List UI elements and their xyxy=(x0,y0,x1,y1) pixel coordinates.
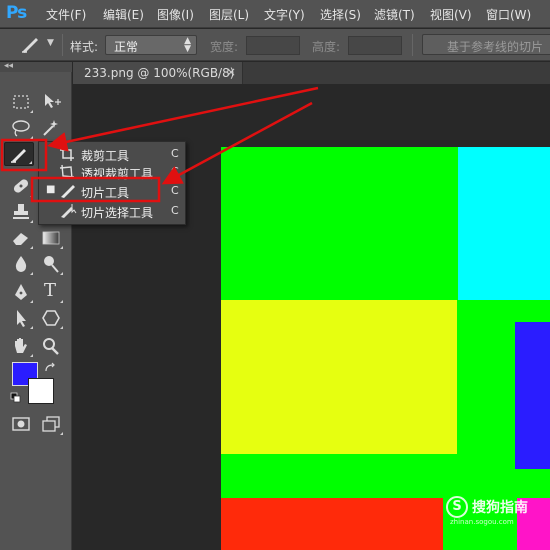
tool-preset-picker[interactable]: ▼ xyxy=(14,34,58,56)
divider xyxy=(62,34,63,56)
style-select-value: 正常 xyxy=(114,40,139,54)
tools-panel: ◂◂ T xyxy=(0,61,72,550)
flyout-item-slice[interactable]: ■ 切片工具 C xyxy=(39,181,185,201)
magnifier-icon xyxy=(43,338,59,355)
clone-stamp-tool[interactable] xyxy=(8,200,34,224)
blur-tool[interactable] xyxy=(8,252,34,276)
flyout-item-perspective-crop[interactable]: 透视裁剪工具 C xyxy=(39,162,185,182)
shape-tool[interactable] xyxy=(38,306,64,330)
hand-tool[interactable] xyxy=(8,334,34,358)
slices-from-guides-button[interactable]: 基于参考线的切片 xyxy=(422,34,550,55)
slice-select-icon xyxy=(61,204,77,218)
photoshop-logo: Ps xyxy=(6,3,27,23)
chevron-down-icon: ▼ xyxy=(47,38,54,48)
canvas-block-yellow xyxy=(221,300,457,454)
selected-bullet-icon: ■ xyxy=(46,184,56,195)
canvas-block-red xyxy=(221,498,443,550)
path-selection-tool[interactable] xyxy=(8,306,34,330)
menu-type[interactable]: 文字(Y) xyxy=(264,6,305,23)
flyout-item-label: 切片工具 xyxy=(81,186,130,200)
menu-bar: Ps 文件(F) 编辑(E) 图像(I) 图层(L) 文字(Y) 选择(S) 滤… xyxy=(0,0,550,28)
watermark-url: zhinan.sogou.com xyxy=(450,518,514,526)
flyout-item-shortcut: C xyxy=(171,204,179,217)
panel-grip[interactable]: ◂◂ xyxy=(0,61,72,72)
canvas-block-cyan xyxy=(458,147,550,300)
screen-mode-button[interactable] xyxy=(38,412,64,436)
menu-file[interactable]: 文件(F) xyxy=(46,6,86,23)
slice-icon xyxy=(61,185,75,198)
quick-mask-icon xyxy=(12,417,30,431)
crop-tools-flyout: 裁剪工具 C 透视裁剪工具 C ■ 切片工具 C 切片选择工具 C xyxy=(38,141,186,225)
move-tool[interactable] xyxy=(38,90,64,114)
menu-image[interactable]: 图像(I) xyxy=(157,6,194,23)
width-label: 宽度: xyxy=(210,40,239,54)
document-tab-title: 233.png @ 100%(RGB/8) xyxy=(84,66,235,80)
flyout-item-shortcut: C xyxy=(171,147,179,160)
height-input[interactable] xyxy=(348,36,402,55)
quick-mask-button[interactable] xyxy=(8,412,34,436)
gradient-tool[interactable] xyxy=(38,226,64,250)
flyout-item-label: 切片选择工具 xyxy=(81,206,154,220)
type-icon: T xyxy=(44,280,57,301)
magic-wand-tool[interactable] xyxy=(38,116,64,140)
options-bar: ▼ 样式: 正常 ▲ ▼ 宽度: 高度: 基于参考线的切片 xyxy=(0,29,550,61)
healing-brush-tool[interactable] xyxy=(8,174,34,198)
swap-colors-icon[interactable] xyxy=(44,362,56,374)
slice-tool[interactable] xyxy=(4,142,34,166)
type-tool[interactable]: T xyxy=(38,280,64,304)
perspective-crop-icon xyxy=(59,164,75,180)
flyout-item-slice-select[interactable]: 切片选择工具 C xyxy=(39,201,185,221)
width-input[interactable] xyxy=(246,36,300,55)
menu-view[interactable]: 视图(V) xyxy=(430,6,472,23)
lasso-tool[interactable] xyxy=(8,116,34,140)
canvas-block-green-top xyxy=(221,147,458,300)
dodge-tool[interactable] xyxy=(38,252,64,276)
select-arrows-icon: ▲ ▼ xyxy=(184,36,191,54)
zoom-tool[interactable] xyxy=(38,334,64,358)
menu-window[interactable]: 窗口(W) xyxy=(486,6,531,23)
menu-layer[interactable]: 图层(L) xyxy=(209,6,249,23)
pen-tool[interactable] xyxy=(8,280,34,304)
menu-edit[interactable]: 编辑(E) xyxy=(103,6,144,23)
collapse-icon: ◂◂ xyxy=(4,61,14,71)
sogou-logo-icon: S xyxy=(446,496,468,518)
flyout-item-crop[interactable]: 裁剪工具 C xyxy=(39,144,185,164)
document-tab[interactable]: 233.png @ 100%(RGB/8) × xyxy=(73,62,243,84)
canvas-block-blue xyxy=(515,322,550,469)
document-tab-bar: 233.png @ 100%(RGB/8) × xyxy=(73,62,550,84)
style-label: 样式: xyxy=(70,40,99,54)
flyout-item-shortcut: C xyxy=(171,184,179,197)
move-icon xyxy=(45,94,61,108)
style-select[interactable]: 正常 ▲ ▼ xyxy=(105,35,197,55)
close-icon[interactable]: × xyxy=(226,65,236,79)
slice-icon xyxy=(22,38,38,53)
marquee-tool[interactable] xyxy=(8,90,34,114)
crop-icon xyxy=(60,147,74,161)
background-color-swatch[interactable] xyxy=(28,378,54,404)
menu-filter[interactable]: 滤镜(T) xyxy=(374,6,415,23)
sogou-watermark: S 搜狗指南 zhinan.sogou.com xyxy=(446,494,550,530)
flyout-item-shortcut: C xyxy=(171,165,179,178)
eraser-tool[interactable] xyxy=(8,226,34,250)
height-label: 高度: xyxy=(312,40,341,54)
flyout-item-label: 透视裁剪工具 xyxy=(81,167,154,181)
default-colors-icon[interactable] xyxy=(10,392,22,404)
divider xyxy=(412,34,413,56)
watermark-text: 搜狗指南 xyxy=(472,500,528,516)
menu-select[interactable]: 选择(S) xyxy=(320,6,361,23)
